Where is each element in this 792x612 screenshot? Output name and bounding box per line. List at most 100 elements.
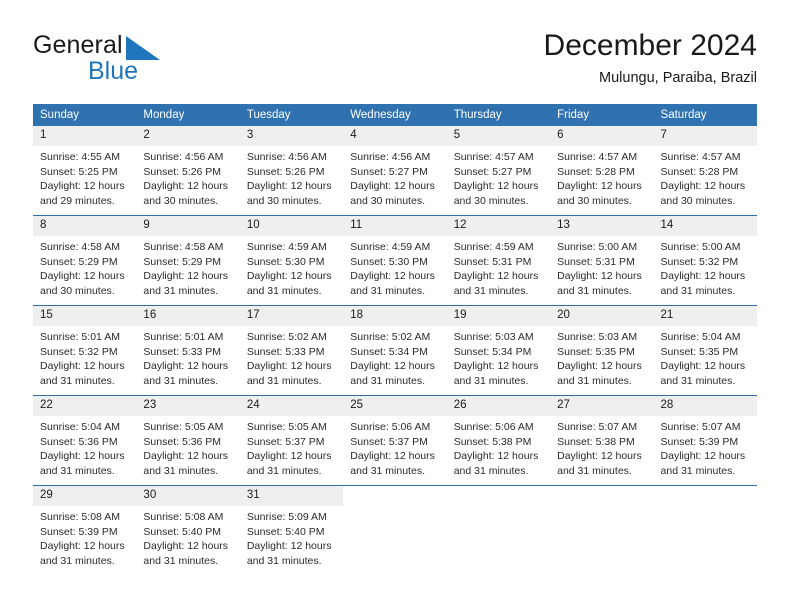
calendar-day-cell[interactable]: 24 Sunrise: 5:05 AM Sunset: 5:37 PM Dayligh… [239, 395, 344, 486]
sunset-text: Sunset: 5:37 PM [246, 435, 325, 448]
sunset-text: Sunset: 5:34 PM [350, 345, 428, 358]
sunset-text: Sunset: 5:36 PM [143, 435, 222, 448]
calendar-day-cell[interactable]: 12 Sunrise: 4:59 AM Sunset: 5:31 PM Dayligh… [446, 215, 551, 306]
calendar-day-cell[interactable]: 3 Sunrise: 4:56 AM Sunset: 5:26 PM Daylight… [239, 126, 344, 216]
calendar-container: Sunday Monday Tuesday Wednesday Thursday… [33, 104, 757, 575]
sunrise-text: Sunrise: 4:57 AM [453, 151, 534, 163]
day-number: 5 [446, 126, 551, 146]
calendar-day-cell[interactable]: 31 Sunrise: 5:09 AM Sunset: 5:40 PM Dayligh… [239, 485, 344, 575]
calendar-day-cell[interactable]: 10 Sunrise: 4:59 AM Sunset: 5:30 PM Dayligh… [239, 215, 344, 306]
day-number: 23 [136, 396, 240, 416]
sunset-text: Sunset: 5:35 PM [660, 345, 739, 358]
sunrise-text: Sunrise: 4:56 AM [350, 151, 431, 163]
sun-info: Sunrise: 4:57 AM Sunset: 5:27 PM Daylight:… [447, 146, 550, 209]
daylight-text: Daylight: 12 hours and 31 minutes. [660, 450, 746, 478]
calendar-day-cell[interactable]: 15 Sunrise: 5:01 AM Sunset: 5:32 PM Dayligh… [33, 305, 137, 396]
day-number: 22 [33, 396, 137, 416]
calendar-day-cell[interactable]: 16 Sunrise: 5:01 AM Sunset: 5:33 PM Dayligh… [136, 305, 240, 396]
calendar-day-cell[interactable]: 9 Sunrise: 4:58 AM Sunset: 5:29 PM Daylight… [136, 215, 240, 306]
calendar-day-cell[interactable]: 5 Sunrise: 4:57 AM Sunset: 5:27 PM Daylight… [446, 126, 551, 216]
brand-logo[interactable]: General Blue [33, 33, 293, 89]
calendar-body: 1 Sunrise: 4:55 AM Sunset: 5:25 PM Daylight… [33, 126, 757, 575]
sun-info: Sunrise: 4:59 AM Sunset: 5:30 PM Daylight:… [240, 236, 343, 299]
calendar-day-cell[interactable]: 6 Sunrise: 4:57 AM Sunset: 5:28 PM Daylight… [550, 126, 654, 216]
weekday-header-wednesday: Wednesday [343, 104, 447, 126]
sunrise-text: Sunrise: 4:57 AM [557, 151, 638, 163]
weekday-header-saturday: Saturday [653, 104, 757, 126]
sunrise-text: Sunrise: 5:06 AM [350, 421, 431, 433]
day-number: 21 [653, 306, 757, 326]
day-number: 10 [239, 216, 344, 236]
sun-info: Sunrise: 5:09 AM Sunset: 5:40 PM Daylight:… [240, 506, 343, 569]
day-number: 17 [239, 306, 344, 326]
calendar-day-cell[interactable]: 29 Sunrise: 5:08 AM Sunset: 5:39 PM Dayligh… [33, 485, 137, 575]
daylight-text: Daylight: 12 hours and 31 minutes. [350, 360, 435, 388]
daylight-text: Daylight: 12 hours and 30 minutes. [350, 180, 435, 208]
calendar-day-cell[interactable]: 8 Sunrise: 4:58 AM Sunset: 5:29 PM Daylight… [33, 215, 137, 306]
day-number: 16 [136, 306, 240, 326]
sunset-text: Sunset: 5:25 PM [40, 165, 118, 178]
day-number: 27 [550, 396, 654, 416]
calendar-day-cell[interactable]: 19 Sunrise: 5:03 AM Sunset: 5:34 PM Dayligh… [446, 305, 551, 396]
calendar-day-cell[interactable]: 2 Sunrise: 4:56 AM Sunset: 5:26 PM Daylight… [136, 126, 240, 216]
sunset-text: Sunset: 5:31 PM [557, 255, 635, 268]
weekday-header-monday: Monday [136, 104, 240, 126]
sunrise-text: Sunrise: 4:59 AM [350, 241, 431, 253]
daylight-text: Daylight: 12 hours and 30 minutes. [453, 180, 539, 208]
sunrise-text: Sunrise: 4:58 AM [40, 241, 120, 253]
daylight-text: Daylight: 12 hours and 31 minutes. [246, 450, 332, 478]
calendar-day-cell[interactable]: 21 Sunrise: 5:04 AM Sunset: 5:35 PM Dayligh… [653, 305, 757, 396]
daylight-text: Daylight: 12 hours and 31 minutes. [350, 450, 435, 478]
calendar-day-cell[interactable]: 26 Sunrise: 5:06 AM Sunset: 5:38 PM Dayligh… [446, 395, 551, 486]
calendar-day-cell[interactable]: 7 Sunrise: 4:57 AM Sunset: 5:28 PM Daylight… [653, 126, 757, 216]
sun-info: Sunrise: 5:07 AM Sunset: 5:39 PM Daylight:… [654, 416, 757, 479]
sunrise-text: Sunrise: 5:09 AM [246, 511, 327, 523]
daylight-text: Daylight: 12 hours and 31 minutes. [660, 360, 746, 388]
calendar-day-cell[interactable]: 23 Sunrise: 5:05 AM Sunset: 5:36 PM Dayligh… [136, 395, 240, 486]
daylight-text: Daylight: 12 hours and 30 minutes. [557, 180, 642, 208]
sun-info: Sunrise: 4:59 AM Sunset: 5:31 PM Daylight:… [447, 236, 550, 299]
sunset-text: Sunset: 5:32 PM [40, 345, 118, 358]
sunrise-text: Sunrise: 4:58 AM [143, 241, 224, 253]
calendar-day-cell[interactable]: 4 Sunrise: 4:56 AM Sunset: 5:27 PM Daylight… [343, 126, 447, 216]
daylight-text: Daylight: 12 hours and 31 minutes. [453, 360, 539, 388]
calendar-day-cell[interactable]: 30 Sunrise: 5:08 AM Sunset: 5:40 PM Dayligh… [136, 485, 240, 575]
daylight-text: Daylight: 12 hours and 31 minutes. [350, 270, 435, 298]
calendar-day-cell[interactable]: 14 Sunrise: 5:00 AM Sunset: 5:32 PM Dayligh… [653, 215, 757, 306]
calendar-day-cell[interactable]: 28 Sunrise: 5:07 AM Sunset: 5:39 PM Dayligh… [653, 395, 757, 486]
calendar-table: Sunday Monday Tuesday Wednesday Thursday… [33, 104, 757, 575]
calendar-day-cell[interactable]: 17 Sunrise: 5:02 AM Sunset: 5:33 PM Dayligh… [239, 305, 344, 396]
calendar-day-cell[interactable]: 27 Sunrise: 5:07 AM Sunset: 5:38 PM Dayligh… [550, 395, 654, 486]
sunset-text: Sunset: 5:40 PM [246, 525, 325, 538]
sunset-text: Sunset: 5:27 PM [453, 165, 532, 178]
calendar-day-cell[interactable]: 25 Sunrise: 5:06 AM Sunset: 5:37 PM Dayligh… [343, 395, 447, 486]
sunset-text: Sunset: 5:30 PM [350, 255, 428, 268]
calendar-day-cell[interactable]: 13 Sunrise: 5:00 AM Sunset: 5:31 PM Dayligh… [550, 215, 654, 306]
calendar-day-cell[interactable]: 1 Sunrise: 4:55 AM Sunset: 5:25 PM Daylight… [33, 126, 137, 216]
sunrise-text: Sunrise: 5:03 AM [557, 331, 638, 343]
brand-name-blue: Blue [88, 57, 139, 85]
day-number: 20 [550, 306, 654, 326]
day-number: 15 [33, 306, 137, 326]
sunset-text: Sunset: 5:35 PM [557, 345, 635, 358]
day-number [653, 486, 757, 506]
calendar-day-cell[interactable]: 20 Sunrise: 5:03 AM Sunset: 5:35 PM Dayligh… [550, 305, 654, 396]
sunset-text: Sunset: 5:30 PM [246, 255, 325, 268]
daylight-text: Daylight: 12 hours and 30 minutes. [40, 270, 125, 298]
sunset-text: Sunset: 5:40 PM [143, 525, 222, 538]
sun-info: Sunrise: 5:00 AM Sunset: 5:32 PM Daylight:… [654, 236, 757, 299]
daylight-text: Daylight: 12 hours and 29 minutes. [40, 180, 125, 208]
day-number: 18 [343, 306, 447, 326]
sun-info: Sunrise: 4:58 AM Sunset: 5:29 PM Daylight:… [33, 236, 136, 299]
daylight-text: Daylight: 12 hours and 31 minutes. [40, 450, 125, 478]
day-number: 29 [33, 486, 137, 506]
day-number: 11 [343, 216, 447, 236]
day-number: 28 [653, 396, 757, 416]
calendar-week-row: 22 Sunrise: 5:04 AM Sunset: 5:36 PM Dayligh… [33, 395, 757, 486]
calendar-day-cell[interactable]: 11 Sunrise: 4:59 AM Sunset: 5:30 PM Dayligh… [343, 215, 447, 306]
calendar-day-cell[interactable]: 18 Sunrise: 5:02 AM Sunset: 5:34 PM Dayligh… [343, 305, 447, 396]
calendar-day-cell[interactable]: 22 Sunrise: 5:04 AM Sunset: 5:36 PM Dayligh… [33, 395, 137, 486]
sun-info: Sunrise: 5:08 AM Sunset: 5:40 PM Daylight:… [136, 506, 239, 569]
sunset-text: Sunset: 5:29 PM [40, 255, 118, 268]
sunrise-text: Sunrise: 5:00 AM [557, 241, 638, 253]
